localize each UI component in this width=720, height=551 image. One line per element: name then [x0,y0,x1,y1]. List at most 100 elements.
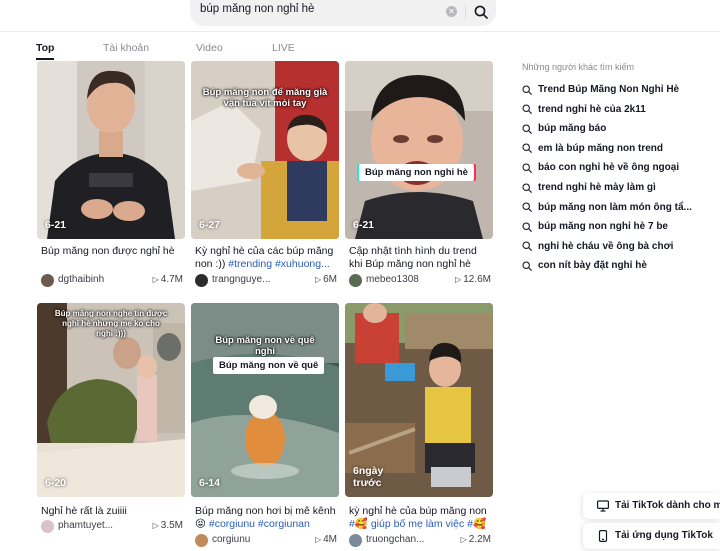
video-caption[interactable]: Kỳ nghỉ hè của các búp măng non :)) #tre… [195,245,337,271]
video-date: 6-27 [199,219,221,231]
related-search-label: trend nghỉ hè của 2k11 [538,103,646,115]
avatar[interactable] [41,274,54,287]
related-search-label: búp măng non làm món ông tẩ... [538,201,692,213]
video-meta: corgiunu ▷ 4M [195,533,337,549]
search-icon [522,143,532,154]
video-overlay-text: Búp măng non về quê nghỉ [215,335,315,357]
video-date: 6-14 [199,477,221,489]
video-caption[interactable]: Nghỉ hè rất là zuiiii [41,505,183,519]
video-thumbnail[interactable]: Búp măng non về quê nghỉ Búp măng non về… [191,303,339,497]
related-search-label: trend nghỉ hè mày làm gì [538,182,656,193]
related-search-label: con nít bày đặt nghỉ hè [538,260,647,272]
thumbnail-image [191,303,339,497]
video-meta: mebeo1308 ▷ 12.6M [349,273,491,289]
video-date: 6-21 [353,219,375,231]
video-date: 6-21 [45,219,67,231]
search-icon [522,84,532,95]
avatar[interactable] [349,274,362,287]
related-search-item[interactable]: búp măng báo [522,123,606,139]
search-button[interactable] [466,0,496,26]
search-input[interactable] [200,3,440,15]
tab-video[interactable]: Video [196,42,223,54]
avatar[interactable] [41,520,54,533]
clear-icon[interactable]: ✕ [446,6,457,17]
video-caption[interactable]: kỳ nghỉ hè của búp măng non #🥰 giúp bố m… [349,505,491,531]
promo-label: Tải TikTok dành cho m [615,500,720,511]
download-app-button[interactable]: Tải ứng dụng TikTok [583,523,720,549]
related-search-item[interactable]: Trend Búp Măng Non Nghỉ Hè [522,84,679,100]
avatar[interactable] [195,534,208,547]
video-thumbnail[interactable]: Búp măng non nghe tin được nghỉ hè nhưng… [37,303,185,497]
related-search-item[interactable]: trend nghỉ hè mày làm gì [522,182,656,198]
username[interactable]: mebeo1308 [366,274,448,285]
related-search-item[interactable]: búp măng non làm món ông tẩ... [522,202,692,218]
view-count: ▷ 2.2M [460,534,491,545]
phone-icon [598,530,608,542]
related-searches-title: Những người khác tìm kiếm [522,62,634,72]
username[interactable]: dgthaibinh [58,274,140,285]
video-overlay-label: Búp măng non về quê [213,357,325,374]
video-caption[interactable]: Búp măng non hơi bị mê kênh 😝 #corgiunu … [195,505,337,531]
video-thumbnail[interactable]: Búp măng non để măng già vận tua vít mỏi… [191,61,339,239]
play-icon: ▷ [152,521,159,530]
view-count: ▷ 4M [314,534,337,545]
hashtags[interactable]: #corgiunu #corgiunan [209,518,310,530]
search-icon [522,261,532,271]
related-search-item[interactable]: báo con nghỉ hè về ông ngoại [522,162,679,178]
desktop-icon [597,500,609,512]
view-count: ▷ 12.6M [455,274,491,285]
related-search-item[interactable]: nghỉ hè cháu về ông bà chơi [522,241,673,257]
video-thumbnail[interactable]: Búp măng non nghỉ hè 6-21 [345,61,493,239]
search-icon [522,104,532,114]
avatar[interactable] [195,274,208,287]
search-icon [522,124,532,134]
search-icon [522,222,532,232]
view-count: ▷ 6M [314,274,337,285]
play-icon: ▷ [314,275,322,284]
related-search-label: Trend Búp Măng Non Nghỉ Hè [538,84,680,95]
username[interactable]: trangnguye... [212,274,294,285]
active-tab-indicator [36,58,54,60]
video-thumbnail[interactable]: 6-21 [37,61,185,239]
video-caption[interactable]: Cập nhật tình hình du trend khi Búp măng… [349,245,491,271]
search-icon [522,182,532,193]
video-date: 6-20 [45,477,67,489]
hashtags[interactable]: #🥰 giúp bố mẹ làm việc #🥰 [349,518,486,530]
search-bar: ✕ [190,0,496,26]
video-meta: phamtuyet... ▷ 3.5M [41,519,183,535]
related-search-item[interactable]: em là búp măng non trend [522,143,663,159]
promo-label: Tải ứng dụng TikTok [615,530,713,541]
related-search-label: búp măng non nghỉ hè 7 be [538,221,668,233]
related-search-item[interactable]: búp măng non nghỉ hè 7 be [522,221,668,237]
username[interactable]: truongchan... [366,534,448,545]
related-search-label: búp măng báo [538,123,607,135]
username[interactable]: phamtuyet... [58,520,140,531]
related-search-label: báo con nghỉ hè về ông ngoại [538,162,680,174]
related-search-item[interactable]: trend nghỉ hè của 2k11 [522,104,646,120]
search-icon [522,202,532,212]
video-date: 6ngày trước [353,465,384,489]
tab-live[interactable]: LIVE [272,42,295,54]
play-icon: ▷ [314,535,322,544]
video-meta: trangnguye... ▷ 6M [195,273,337,289]
video-meta: dgthaibinh ▷ 4.7M [41,273,183,289]
hashtags[interactable]: #trending #xuhuong... [228,258,330,270]
view-count: ▷ 3.5M [152,520,183,531]
thumbnail-image [37,61,185,239]
thumbnail-image [345,61,493,239]
avatar[interactable] [349,534,362,547]
video-thumbnail[interactable]: 6ngày trước [345,303,493,497]
video-meta: truongchan... ▷ 2.2M [349,533,491,549]
tab-accounts[interactable]: Tài khoản [103,42,149,54]
download-desktop-button[interactable]: Tải TikTok dành cho m [583,493,720,519]
view-count: ▷ 4.7M [152,274,183,285]
username[interactable]: corgiunu [212,534,294,545]
top-bar: ✕ [0,0,720,32]
tab-top[interactable]: Top [36,42,54,54]
play-icon: ▷ [455,275,462,284]
video-caption[interactable]: Búp măng non được nghỉ hè [41,245,183,271]
play-icon: ▷ [460,535,467,544]
play-icon: ▷ [152,275,159,284]
related-search-item[interactable]: con nít bày đặt nghỉ hè [522,260,647,276]
video-overlay-text: Búp măng non nghe tin được nghỉ hè nhưng… [54,309,168,338]
